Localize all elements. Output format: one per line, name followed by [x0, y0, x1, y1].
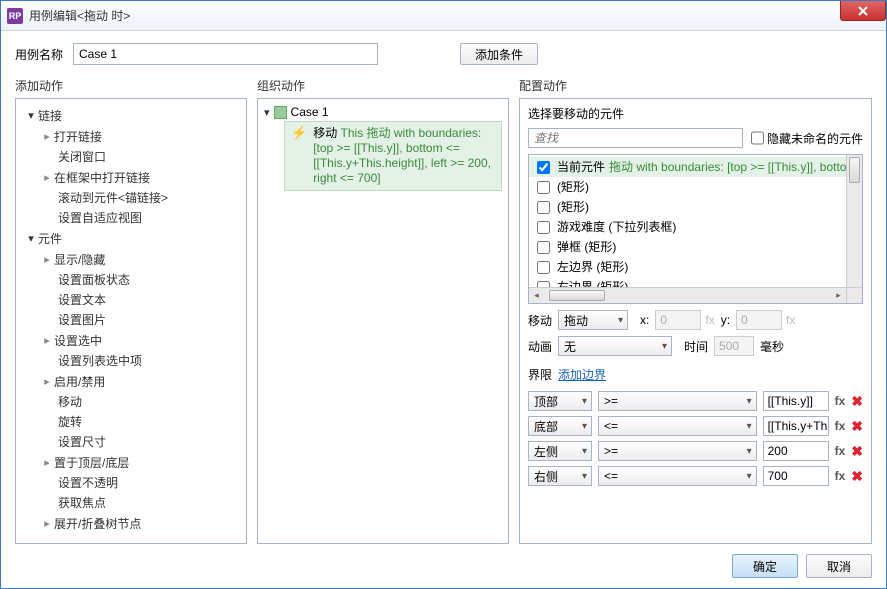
add-bounds-link[interactable]: 添加边界: [558, 366, 606, 383]
bound-row-top: 顶部 >= [[This.y]] fx ✖: [528, 391, 863, 411]
bolt-icon: ⚡: [291, 126, 307, 186]
app-icon: RP: [7, 8, 23, 24]
fx-button[interactable]: fx: [835, 394, 846, 408]
org-action-item[interactable]: ⚡ 移动 This 拖动 with boundaries: [top >= [[…: [284, 121, 502, 191]
cancel-button[interactable]: 取消: [806, 554, 872, 578]
config-panel: 选择要移动的元件 隐藏未命名的元件 当前元件 拖动 with boundarie…: [519, 98, 872, 544]
tree-set-size[interactable]: 设置尺寸: [20, 432, 246, 452]
list-item[interactable]: 弹框 (矩形): [529, 237, 846, 257]
delete-bound-button[interactable]: ✖: [851, 418, 863, 435]
bound-value-input[interactable]: [[This.y]]: [763, 391, 829, 411]
close-button[interactable]: [840, 1, 886, 21]
tree-enable-disable[interactable]: 启用/禁用: [20, 371, 246, 392]
fx-y-label: fx: [786, 313, 795, 327]
time-unit: 毫秒: [760, 338, 784, 355]
tree-close-window[interactable]: 关闭窗口: [20, 147, 246, 167]
tree-move[interactable]: 移动: [20, 392, 246, 412]
section-add-action: 添加动作: [15, 77, 247, 94]
fx-button[interactable]: fx: [835, 444, 846, 458]
section-org-action: 组织动作: [257, 77, 509, 94]
tree-bring-front[interactable]: 置于顶层/底层: [20, 452, 246, 473]
bound-side-select[interactable]: 左侧: [528, 441, 592, 461]
fx-button[interactable]: fx: [835, 419, 846, 433]
tree-adaptive-view[interactable]: 设置自适应视图: [20, 208, 246, 228]
bound-value-input[interactable]: 200: [763, 441, 829, 461]
move-mode-select[interactable]: 拖动: [558, 310, 628, 330]
anim-label: 动画: [528, 338, 552, 355]
titlebar[interactable]: RP 用例编辑<拖动 时>: [1, 1, 886, 31]
widget-listbox[interactable]: 当前元件 拖动 with boundaries: [top >= [[This.…: [528, 154, 863, 304]
hide-unnamed-checkbox[interactable]: 隐藏未命名的元件: [751, 128, 863, 148]
case-editor-window: RP 用例编辑<拖动 时> 用例名称 添加条件 添加动作 链接 打开链接 关闭窗…: [0, 0, 887, 589]
list-item[interactable]: 右边界 (矩形): [529, 277, 846, 287]
close-icon: [857, 6, 869, 16]
org-case-node[interactable]: ▾ Case 1: [264, 105, 502, 119]
bound-side-select[interactable]: 右侧: [528, 466, 592, 486]
tree-set-selected[interactable]: 设置选中: [20, 330, 246, 351]
list-vscrollbar[interactable]: [846, 155, 862, 287]
org-action-panel: ▾ Case 1 ⚡ 移动 This 拖动 with boundaries: […: [257, 98, 509, 544]
tree-show-hide[interactable]: 显示/隐藏: [20, 249, 246, 270]
delete-bound-button[interactable]: ✖: [851, 468, 863, 485]
case-name-label: 用例名称: [15, 46, 63, 63]
delete-bound-button[interactable]: ✖: [851, 393, 863, 410]
org-case-label: Case 1: [291, 105, 329, 119]
bound-op-select[interactable]: <=: [598, 466, 757, 486]
section-config-action: 配置动作: [519, 77, 872, 94]
tree-set-list-sel[interactable]: 设置列表选中项: [20, 351, 246, 371]
case-name-input[interactable]: [73, 43, 378, 65]
y-input: [736, 310, 782, 330]
actions-tree-panel[interactable]: 链接 打开链接 关闭窗口 在框架中打开链接 滚动到元件<锚链接> 设置自适应视图…: [15, 98, 247, 544]
bound-row-left: 左侧 >= 200 fx ✖: [528, 441, 863, 461]
bound-value-input[interactable]: [[This.y+This.height]]: [763, 416, 829, 436]
bound-op-select[interactable]: >=: [598, 391, 757, 411]
delete-bound-button[interactable]: ✖: [851, 443, 863, 460]
x-input: [655, 310, 701, 330]
tree-group-widgets[interactable]: 元件: [20, 228, 246, 249]
tree-focus[interactable]: 获取焦点: [20, 493, 246, 513]
list-item[interactable]: (矩形): [529, 177, 846, 197]
list-item[interactable]: 游戏难度 (下拉列表框): [529, 217, 846, 237]
time-input: [714, 336, 754, 356]
tree-panel-state[interactable]: 设置面板状态: [20, 270, 246, 290]
list-item[interactable]: (矩形): [529, 197, 846, 217]
fx-button[interactable]: fx: [835, 469, 846, 483]
tree-expand-collapse[interactable]: 展开/折叠树节点: [20, 513, 246, 534]
org-action-detail: This 拖动 with boundaries: [top >= [[This.…: [313, 126, 491, 185]
tree-open-in-frame[interactable]: 在框架中打开链接: [20, 167, 246, 188]
org-action-prefix: 移动: [313, 126, 340, 140]
add-condition-button[interactable]: 添加条件: [460, 43, 538, 65]
bound-op-select[interactable]: <=: [598, 416, 757, 436]
list-item[interactable]: 左边界 (矩形): [529, 257, 846, 277]
move-label: 移动: [528, 312, 552, 329]
list-hscrollbar[interactable]: ◂▸: [529, 287, 846, 303]
bound-row-bottom: 底部 <= [[This.y+This.height]] fx ✖: [528, 416, 863, 436]
x-label: x:: [640, 313, 649, 327]
tree-rotate[interactable]: 旋转: [20, 412, 246, 432]
window-title: 用例编辑<拖动 时>: [29, 7, 130, 24]
config-select-title: 选择要移动的元件: [528, 105, 863, 122]
anim-mode-select[interactable]: 无: [558, 336, 672, 356]
tree-set-image[interactable]: 设置图片: [20, 310, 246, 330]
bound-side-select[interactable]: 顶部: [528, 391, 592, 411]
case-icon: [274, 106, 287, 119]
bound-row-right: 右侧 <= 700 fx ✖: [528, 466, 863, 486]
tree-scroll-anchor[interactable]: 滚动到元件<锚链接>: [20, 188, 246, 208]
tree-set-text[interactable]: 设置文本: [20, 290, 246, 310]
bounds-label: 界限: [528, 366, 552, 383]
search-input[interactable]: [528, 128, 743, 148]
time-label: 时间: [684, 338, 708, 355]
tree-open-link[interactable]: 打开链接: [20, 126, 246, 147]
y-label: y:: [721, 313, 730, 327]
tree-group-links[interactable]: 链接: [20, 105, 246, 126]
list-item-current[interactable]: 当前元件 拖动 with boundaries: [top >= [[This.…: [529, 157, 846, 177]
tree-opacity[interactable]: 设置不透明: [20, 473, 246, 493]
fx-x-label: fx: [705, 313, 714, 327]
bound-value-input[interactable]: 700: [763, 466, 829, 486]
bound-side-select[interactable]: 底部: [528, 416, 592, 436]
ok-button[interactable]: 确定: [732, 554, 798, 578]
bound-op-select[interactable]: >=: [598, 441, 757, 461]
